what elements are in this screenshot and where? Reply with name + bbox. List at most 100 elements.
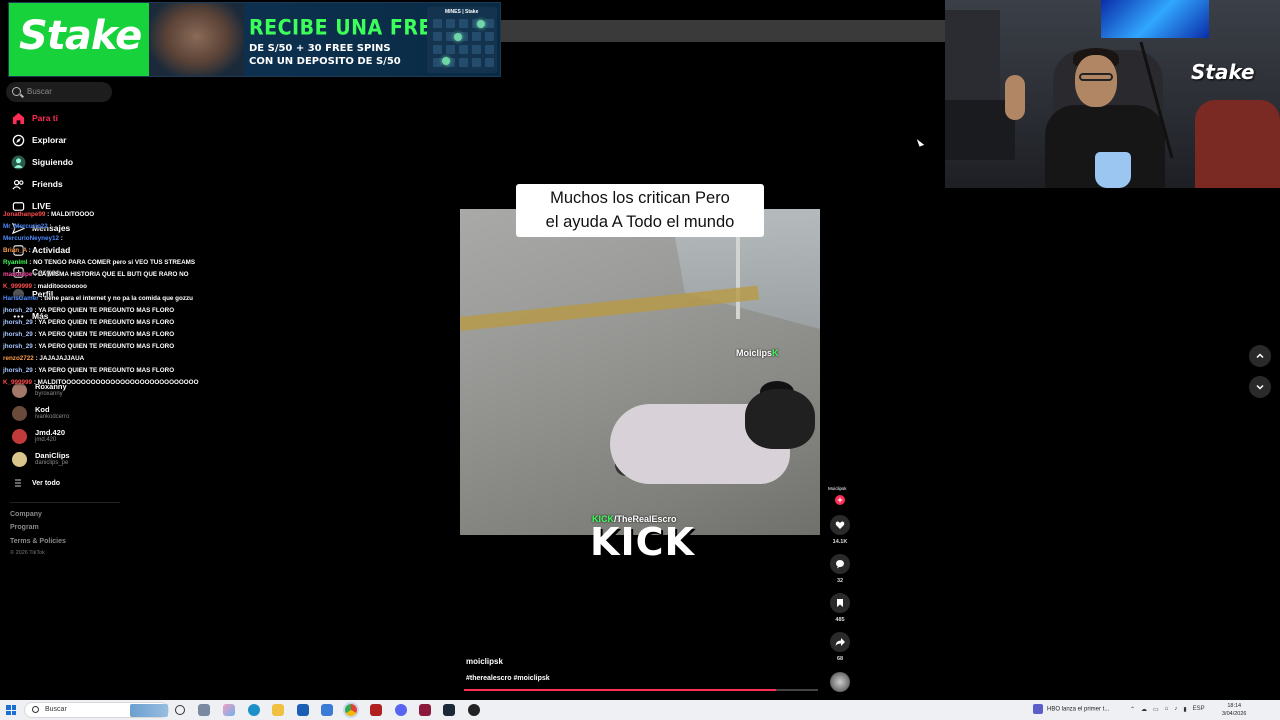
chat-text: : YA PERO QUIEN TE PREGUNTO MAS FLORO bbox=[34, 367, 175, 374]
obs-icon[interactable] bbox=[468, 704, 480, 716]
grid-cell bbox=[472, 45, 481, 54]
chat-text: : NO TENGO PARA COMER pero si VEO TUS ST… bbox=[29, 259, 196, 266]
footer-terms-link[interactable]: Terms & Policies bbox=[10, 538, 66, 545]
edge-icon[interactable] bbox=[248, 704, 260, 716]
vscode-icon[interactable] bbox=[321, 704, 333, 716]
grid-cell bbox=[446, 45, 455, 54]
chat-message: renzo2722 : JAJAJAJJAUA bbox=[3, 353, 263, 365]
taskbar-search-placeholder: Buscar bbox=[45, 706, 67, 713]
store-icon[interactable] bbox=[297, 704, 309, 716]
webcam-streamer-face bbox=[1075, 55, 1117, 107]
friends-icon bbox=[10, 176, 26, 192]
video-hashtags[interactable]: #therealescro #moiclipsk bbox=[466, 675, 550, 682]
video-author[interactable]: moiclipsk bbox=[466, 657, 503, 666]
chat-text: : LA MISMA HISTORIA QUE EL BUTI QUE RARO… bbox=[34, 271, 189, 278]
following-account[interactable]: Kod ivankodcerro bbox=[12, 406, 69, 421]
chevron-down-icon bbox=[1256, 384, 1264, 390]
see-all-link[interactable]: Ver todo bbox=[10, 475, 60, 491]
previous-video-button[interactable] bbox=[1249, 345, 1271, 367]
chat-text: : YA PERO QUIEN TE PREGUNTO MAS FLORO bbox=[34, 307, 175, 314]
next-video-button[interactable] bbox=[1249, 376, 1271, 398]
chat-username: manuelpe bbox=[3, 271, 33, 278]
following-account[interactable]: DaniClips daniclips_pe bbox=[12, 452, 70, 467]
file-explorer-icon[interactable] bbox=[272, 704, 284, 716]
footer-program-link[interactable]: Program bbox=[10, 524, 39, 531]
chat-text: : JAJAJAJJAUA bbox=[35, 355, 85, 362]
comment-action[interactable]: 32 bbox=[830, 554, 850, 584]
banner-brand-logo: Stake bbox=[19, 13, 142, 59]
list-icon bbox=[10, 475, 26, 491]
video-dog-head bbox=[745, 389, 815, 449]
taskbar-search-input[interactable]: Buscar bbox=[24, 702, 169, 718]
clock-date: 3/04/2026 bbox=[1222, 711, 1247, 717]
language-indicator[interactable]: ESP bbox=[1193, 706, 1205, 713]
follow-plus-button[interactable]: + bbox=[835, 495, 845, 505]
account-handle: ivankodcerro bbox=[35, 414, 70, 420]
grid-cell bbox=[433, 58, 442, 67]
taskbar-news-widget[interactable]: HBO lanza el primer t... bbox=[1033, 704, 1109, 714]
music-disc-icon[interactable] bbox=[830, 672, 850, 692]
taskbar-clock[interactable]: 18:14 3/04/2026 bbox=[1222, 702, 1246, 718]
nav-item-para-ti[interactable]: Para ti bbox=[10, 110, 58, 126]
chat-username: Jonathanpe99 bbox=[3, 211, 46, 218]
account-handle: jmd.420 bbox=[35, 437, 57, 443]
chevron-up-icon bbox=[1256, 353, 1264, 359]
video-player[interactable]: MoiclipsK bbox=[460, 209, 820, 535]
webcam-background-tv bbox=[1101, 0, 1209, 38]
copyright: © 2026 TikTok bbox=[10, 550, 45, 556]
footer-company-link[interactable]: Company bbox=[10, 511, 42, 518]
bookmark-icon[interactable] bbox=[830, 593, 850, 613]
save-action[interactable]: 485 bbox=[830, 593, 850, 623]
discord-icon[interactable] bbox=[395, 704, 407, 716]
watermark-k: K bbox=[772, 348, 779, 358]
heart-icon[interactable] bbox=[830, 515, 850, 535]
banner-mines-grid: MINES | Stake bbox=[427, 7, 497, 73]
app-icon[interactable] bbox=[419, 704, 431, 716]
cloud-icon[interactable]: ☁ bbox=[1141, 706, 1147, 713]
task-view-icon[interactable] bbox=[175, 705, 185, 715]
display-icon[interactable]: ▭ bbox=[1153, 706, 1159, 713]
video-progress-bar[interactable] bbox=[464, 689, 818, 691]
nav-item-friends[interactable]: Friends bbox=[10, 176, 63, 192]
grid-cell bbox=[485, 19, 494, 28]
grid-cell bbox=[433, 32, 442, 41]
share-icon[interactable] bbox=[830, 632, 850, 652]
gem-icon bbox=[477, 20, 485, 28]
chat-text: : tiene para el internet y no pa la comi… bbox=[40, 295, 194, 302]
grid-cell bbox=[472, 32, 481, 41]
nav-item-siguiendo[interactable]: Siguiendo bbox=[10, 154, 73, 170]
chevron-up-icon[interactable]: ⌃ bbox=[1130, 706, 1135, 713]
ad-banner[interactable]: Stake RECIBE UNA FREEBET DE S/50 + 30 FR… bbox=[8, 2, 501, 77]
following-account[interactable]: Jmd.420 jmd.420 bbox=[12, 429, 65, 444]
comment-icon[interactable] bbox=[830, 554, 850, 574]
chat-message: Mr_Mercurio22 : bbox=[3, 221, 263, 233]
search-input[interactable]: Buscar bbox=[6, 82, 112, 102]
like-action[interactable]: 14.1K bbox=[830, 515, 850, 545]
network-icon[interactable]: ⌂ bbox=[1165, 706, 1169, 713]
kick-logo: KICK bbox=[590, 520, 695, 564]
copilot-icon[interactable] bbox=[223, 704, 235, 716]
chrome-icon[interactable] bbox=[345, 704, 357, 716]
nav-item-explorar[interactable]: Explorar bbox=[10, 132, 67, 148]
system-tray[interactable]: ⌃ ☁ ▭ ⌂ ♪ ▮ ESP bbox=[1130, 706, 1205, 713]
grid-cell bbox=[459, 45, 468, 54]
share-action[interactable]: 68 bbox=[830, 632, 850, 662]
recorder-icon[interactable] bbox=[370, 704, 382, 716]
battery-icon[interactable]: ▮ bbox=[1183, 706, 1186, 713]
chat-text: : malditoooooooo bbox=[33, 283, 87, 290]
webcam-streamer-hand bbox=[1005, 75, 1025, 120]
account-name: Kod bbox=[35, 405, 50, 414]
chat-text: : bbox=[60, 235, 63, 242]
news-text: HBO lanza el primer t... bbox=[1047, 706, 1110, 713]
steam-icon[interactable] bbox=[443, 704, 455, 716]
windows-start-icon[interactable] bbox=[6, 705, 16, 715]
chat-username: MercurioNeyney12 bbox=[3, 235, 59, 242]
gem-icon bbox=[442, 57, 450, 65]
volume-icon[interactable]: ♪ bbox=[1174, 706, 1177, 713]
widgets-icon[interactable] bbox=[198, 704, 210, 716]
video-progress-fill bbox=[464, 689, 776, 691]
compass-icon bbox=[10, 132, 26, 148]
chat-text: : YA PERO QUIEN TE PREGUNTO MAS FLORO bbox=[34, 331, 175, 338]
chat-message: MercurioNeyney12 : bbox=[3, 233, 263, 245]
chat-username: Brian_A bbox=[3, 247, 27, 254]
